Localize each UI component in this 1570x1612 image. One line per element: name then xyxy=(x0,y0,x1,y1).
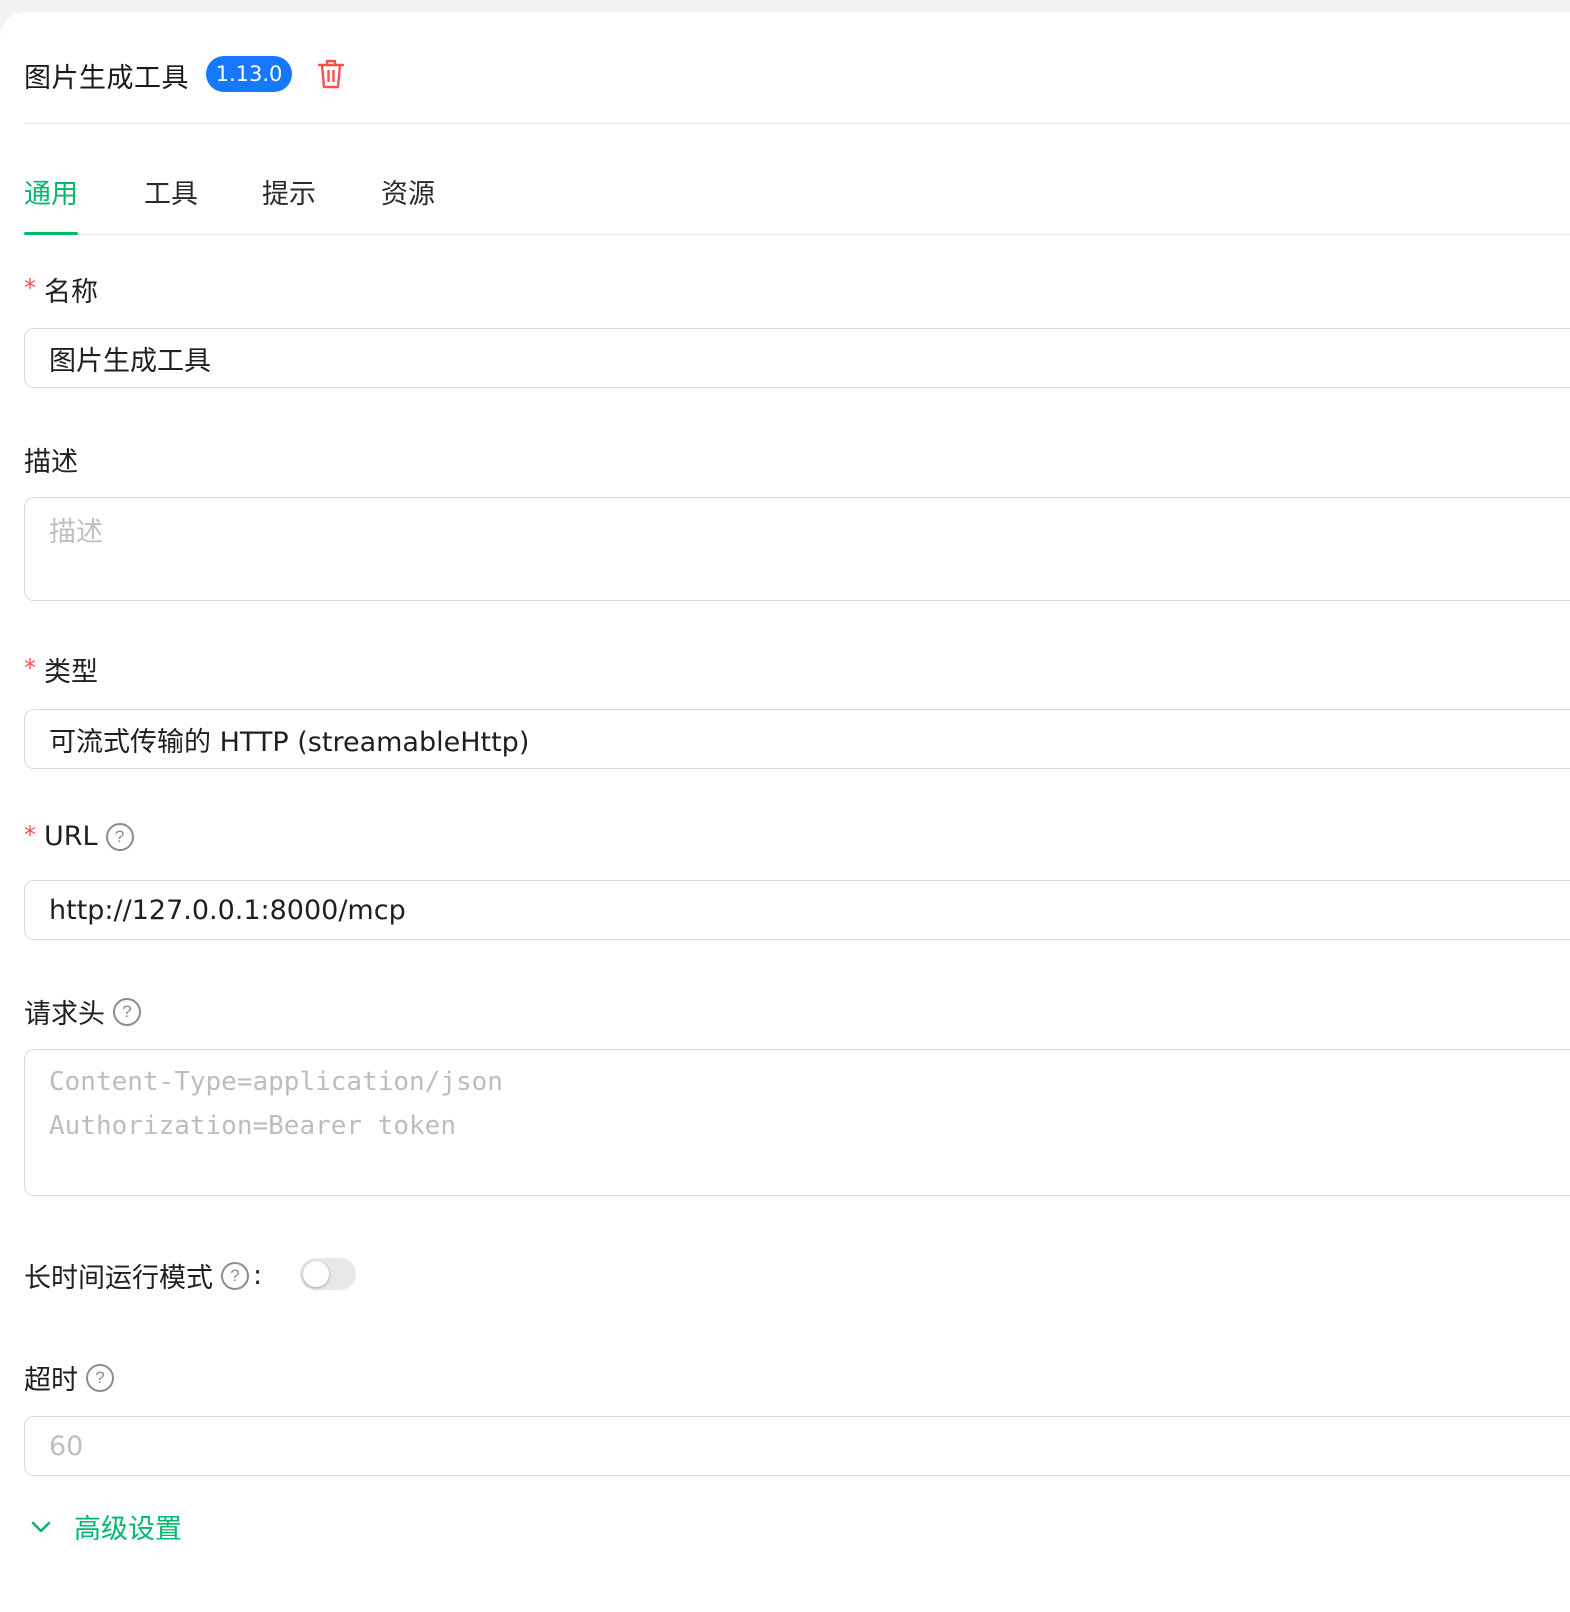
headers-textarea[interactable]: Content-Type=application/json Authorizat… xyxy=(24,1049,1570,1196)
type-label: * 类型 xyxy=(24,650,98,689)
question-circle-icon[interactable]: ? xyxy=(86,1363,114,1392)
url-input[interactable]: http://127.0.0.1:8000/mcp xyxy=(24,880,1570,940)
headers-label: 请求头 ? xyxy=(24,992,141,1031)
name-input-value: 图片生成工具 xyxy=(49,345,211,377)
timeout-placeholder: 60 xyxy=(49,1430,84,1462)
trash-icon xyxy=(317,59,345,89)
timeout-label-text: 超时 xyxy=(24,1365,78,1396)
page-title: 图片生成工具 xyxy=(24,63,189,94)
required-mark: * xyxy=(24,820,36,849)
description-label-text: 描述 xyxy=(24,447,78,478)
name-input[interactable]: 图片生成工具 xyxy=(24,328,1570,388)
mcp-server-panel: 图片生成工具 1.13.0 通用 工具 提示 资源 * 名称 图片生成工具 描述… xyxy=(0,12,1570,1612)
url-label: * URL ? xyxy=(24,821,134,852)
question-circle-icon[interactable]: ? xyxy=(105,822,134,851)
toggle-knob xyxy=(303,1261,329,1287)
tab-general[interactable]: 通用 xyxy=(24,172,78,235)
description-placeholder: 描述 xyxy=(49,517,103,548)
headers-label-text: 请求头 xyxy=(24,999,105,1030)
type-label-text: 类型 xyxy=(44,657,98,688)
url-label-text: URL xyxy=(44,821,98,852)
version-badge: 1.13.0 xyxy=(206,56,292,92)
type-select[interactable]: 可流式传输的 HTTP (streamableHttp) xyxy=(24,709,1570,769)
name-label-text: 名称 xyxy=(44,277,98,308)
advanced-settings-label: 高级设置 xyxy=(74,1514,182,1545)
chevron-down-icon xyxy=(31,1521,51,1532)
tab-tools[interactable]: 工具 xyxy=(144,172,198,234)
url-input-value: http://127.0.0.1:8000/mcp xyxy=(49,894,406,926)
description-label: 描述 xyxy=(24,440,78,479)
long-running-label: 长时间运行模式 ? : xyxy=(24,1256,262,1295)
headers-placeholder-line-1: Content-Type=application/json xyxy=(49,1067,503,1097)
panel-header: 图片生成工具 1.13.0 xyxy=(24,12,1570,124)
delete-button[interactable] xyxy=(316,58,346,90)
advanced-settings-toggle[interactable]: 高级设置 xyxy=(30,1507,182,1546)
type-select-value: 可流式传输的 HTTP (streamableHttp) xyxy=(49,726,530,758)
question-circle-icon[interactable]: ? xyxy=(221,1261,249,1290)
tab-prompts[interactable]: 提示 xyxy=(262,172,316,234)
required-mark: * xyxy=(24,273,36,302)
question-circle-icon[interactable]: ? xyxy=(113,997,141,1026)
timeout-input[interactable]: 60 xyxy=(24,1416,1570,1476)
long-running-colon: : xyxy=(253,1260,263,1291)
long-running-toggle[interactable] xyxy=(300,1258,356,1290)
tab-bar: 通用 工具 提示 资源 xyxy=(24,162,1570,235)
long-running-label-text: 长时间运行模式 xyxy=(24,1263,213,1294)
description-textarea[interactable]: 描述 xyxy=(24,497,1570,601)
timeout-label: 超时 ? xyxy=(24,1358,114,1397)
tab-resources[interactable]: 资源 xyxy=(381,172,435,234)
name-label: * 名称 xyxy=(24,270,98,309)
required-mark: * xyxy=(24,653,36,682)
headers-placeholder-line-2: Authorization=Bearer token xyxy=(49,1111,456,1141)
